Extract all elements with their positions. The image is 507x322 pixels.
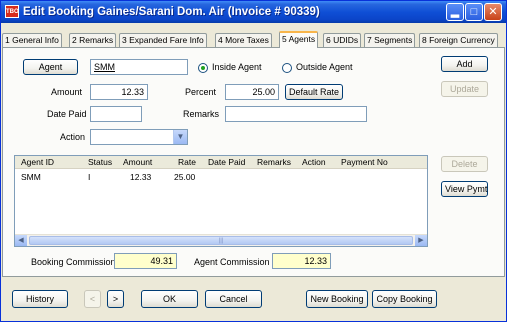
inside-agent-radio[interactable]: [198, 63, 208, 73]
next-button[interactable]: >: [107, 290, 124, 308]
minimize-button[interactable]: ▂: [446, 3, 464, 21]
agents-grid[interactable]: Agent ID Status Amount Rate Date Paid Re…: [14, 155, 428, 247]
scrollbar-thumb[interactable]: |||: [29, 236, 413, 245]
remarks-field[interactable]: [225, 106, 367, 122]
column-amount[interactable]: Amount: [123, 157, 152, 167]
window-title: Edit Booking Gaines/Sarani Dom. Air (Inv…: [23, 6, 320, 18]
maximize-button[interactable]: □: [465, 3, 483, 21]
default-rate-button[interactable]: Default Rate: [285, 84, 343, 100]
cancel-button[interactable]: Cancel: [205, 290, 262, 308]
horizontal-scrollbar[interactable]: ◀ ||| ▶: [15, 234, 427, 246]
column-remarks[interactable]: Remarks: [257, 157, 291, 167]
tab-udids[interactable]: 6 UDIDs: [323, 33, 362, 47]
maximize-icon: □: [470, 6, 478, 18]
tab-segments[interactable]: 7 Segments: [364, 33, 416, 47]
tab-general-info[interactable]: 1 General Info: [2, 33, 62, 47]
agent-commission-label: Agent Commission: [194, 257, 270, 267]
booking-commission-field: 49.31: [114, 253, 177, 269]
copy-booking-button[interactable]: Copy Booking: [372, 290, 437, 308]
tab-strip: 1 General Info 2 Remarks 3 Expanded Fare…: [1, 31, 506, 48]
previous-button[interactable]: <: [84, 290, 101, 308]
column-rate[interactable]: Rate: [178, 157, 196, 167]
tab-foreign-currency[interactable]: 8 Foreign Currency: [419, 33, 498, 47]
column-action[interactable]: Action: [302, 157, 326, 167]
scroll-right-icon[interactable]: ▶: [415, 235, 427, 246]
date-paid-field[interactable]: [90, 106, 142, 122]
agent-commission-field: 12.33: [272, 253, 331, 269]
amount-field[interactable]: 12.33: [90, 84, 148, 100]
title-bar[interactable]: TBO Edit Booking Gaines/Sarani Dom. Air …: [1, 1, 506, 23]
edit-booking-window: TBO Edit Booking Gaines/Sarani Dom. Air …: [0, 0, 507, 322]
cell-status: I: [88, 172, 91, 182]
tab-more-taxes[interactable]: 4 More Taxes: [215, 33, 272, 47]
tab-expanded-fare-info[interactable]: 3 Expanded Fare Info: [119, 33, 207, 47]
cell-rate: 25.00: [174, 172, 196, 182]
date-paid-label: Date Paid: [47, 109, 87, 119]
outside-agent-label: Outside Agent: [296, 62, 353, 72]
scroll-left-icon[interactable]: ◀: [15, 235, 27, 246]
column-status[interactable]: Status: [88, 157, 112, 167]
agent-field[interactable]: SMM: [90, 59, 188, 75]
tab-agents[interactable]: 5 Agents: [279, 31, 319, 48]
amount-label: Amount: [51, 87, 83, 97]
add-button[interactable]: Add: [441, 56, 488, 72]
percent-field[interactable]: 25.00: [225, 84, 279, 100]
chevron-down-icon[interactable]: ▼: [173, 130, 187, 144]
column-agent-id[interactable]: Agent ID: [21, 157, 54, 167]
close-button[interactable]: ✕: [484, 3, 502, 21]
grid-header: Agent ID Status Amount Rate Date Paid Re…: [15, 156, 427, 169]
column-payment-no[interactable]: Payment No: [341, 157, 388, 167]
history-button[interactable]: History: [12, 290, 68, 308]
close-icon: ✕: [488, 6, 498, 18]
tab-remarks[interactable]: 2 Remarks: [69, 33, 117, 47]
agent-button[interactable]: Agent: [23, 59, 78, 75]
inside-agent-label: Inside Agent: [212, 62, 262, 72]
cell-amount: 12.33: [130, 172, 152, 182]
minimize-icon: ▂: [450, 6, 460, 18]
cell-agent-id: SMM: [21, 172, 41, 182]
ok-button[interactable]: OK: [141, 290, 198, 308]
update-button[interactable]: Update: [441, 81, 488, 97]
view-pymt-button[interactable]: View Pymt: [441, 181, 488, 197]
percent-label: Percent: [185, 87, 217, 97]
outside-agent-radio[interactable]: [282, 63, 292, 73]
action-label: Action: [60, 132, 86, 142]
remarks-label: Remarks: [183, 109, 220, 119]
app-icon: TBO: [5, 5, 19, 18]
new-booking-button[interactable]: New Booking: [306, 290, 368, 308]
booking-commission-label: Booking Commission: [31, 257, 116, 267]
delete-button[interactable]: Delete: [441, 156, 488, 172]
column-date-paid[interactable]: Date Paid: [208, 157, 245, 167]
